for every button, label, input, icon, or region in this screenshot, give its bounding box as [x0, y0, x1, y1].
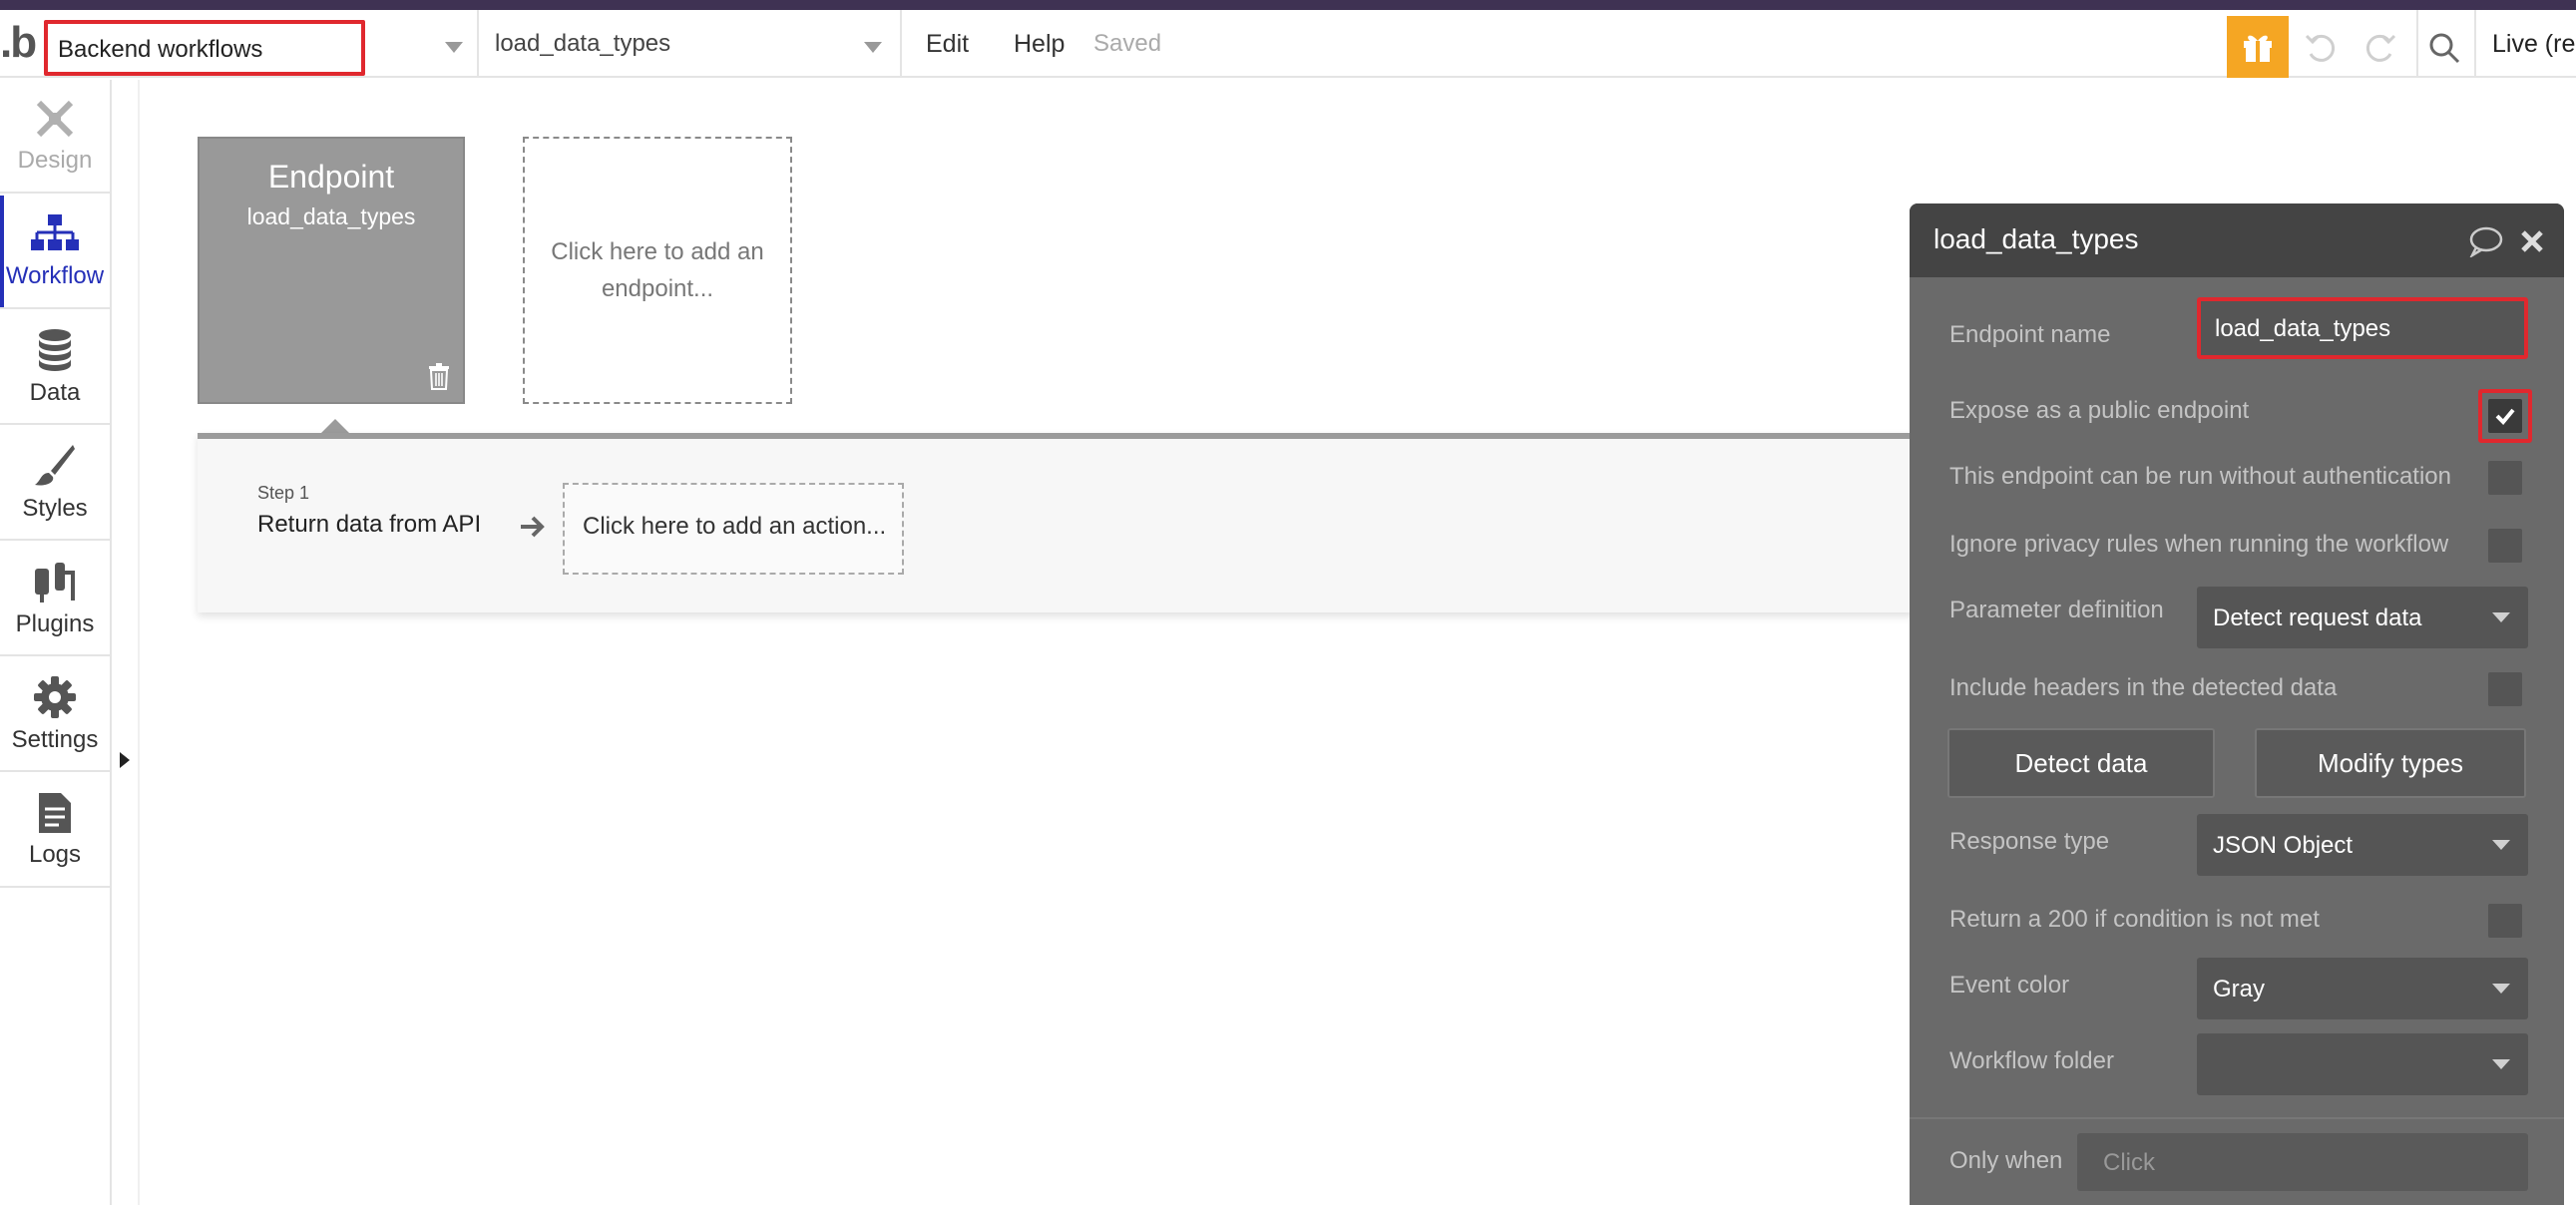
chevron-down-icon: [2492, 612, 2510, 622]
parameter-definition-dropdown[interactable]: Detect request data: [2197, 587, 2528, 648]
divider: [900, 10, 902, 76]
chevron-down-icon: [2492, 840, 2510, 850]
endpoint-name-input[interactable]: load_data_types: [2197, 297, 2528, 359]
step-action[interactable]: Return data from API: [257, 511, 481, 539]
parameter-definition-label: Parameter definition: [1949, 597, 2164, 623]
ignore-privacy-checkbox[interactable]: [2488, 529, 2522, 563]
modify-types-button[interactable]: Modify types: [2255, 728, 2526, 798]
divider: [1910, 1117, 2564, 1119]
menu-edit[interactable]: Edit: [926, 30, 969, 59]
expose-public-checkbox[interactable]: [2478, 389, 2532, 443]
trash-icon[interactable]: [427, 362, 451, 390]
no-auth-label: This endpoint can be run without authent…: [1949, 463, 2452, 490]
divider: [477, 10, 479, 76]
sidebar-item-label: Workflow: [5, 262, 105, 289]
page-selector-chevron-down-icon[interactable]: [445, 42, 463, 53]
check-icon: [2495, 408, 2515, 425]
sidebar-item-workflow[interactable]: Workflow: [0, 196, 110, 309]
workflow-steps-strip: Step 1 Return data from API Click here t…: [198, 433, 1914, 612]
event-color-label: Event color: [1949, 972, 2070, 999]
workflow-selector-chevron-down-icon[interactable]: [864, 42, 882, 53]
event-color-dropdown[interactable]: Gray: [2197, 958, 2528, 1019]
divider: [2474, 10, 2476, 76]
step-number: Step 1: [257, 483, 310, 503]
chevron-down-icon: [2492, 1059, 2510, 1069]
panel-title: load_data_types: [1933, 223, 2139, 254]
endpoint-card[interactable]: Endpoint load_data_types: [198, 137, 465, 404]
gear-icon: [34, 676, 76, 718]
workflow-icon: [31, 214, 79, 250]
sidebar-item-label: Design: [17, 147, 93, 174]
return-200-label: Return a 200 if condition is not met: [1949, 906, 2320, 933]
menu-help[interactable]: Help: [1014, 30, 1065, 59]
brush-icon: [35, 445, 75, 486]
endpoint-card-name: load_data_types: [246, 203, 416, 229]
sidebar: Design Workflow Data Styles Plugins Sett…: [0, 80, 112, 1205]
expose-public-label: Expose as a public endpoint: [1949, 397, 2250, 424]
only-when-input[interactable]: Click: [2077, 1133, 2528, 1191]
sidebar-item-label: Data: [29, 379, 81, 406]
endpoint-name-label: Endpoint name: [1949, 321, 2111, 348]
chevron-down-icon: [2492, 984, 2510, 994]
parameter-definition-value: Detect request data: [2213, 604, 2422, 631]
include-headers-label: Include headers in the detected data: [1949, 674, 2338, 701]
arrow-right-icon: [521, 516, 545, 538]
design-icon: [36, 100, 74, 138]
response-type-dropdown[interactable]: JSON Object: [2197, 814, 2528, 876]
return-200-checkbox[interactable]: [2488, 904, 2522, 938]
sidebar-item-logs[interactable]: Logs: [0, 774, 110, 888]
workflow-folder-dropdown[interactable]: [2197, 1033, 2528, 1095]
bubble-logo[interactable]: .b: [0, 18, 37, 68]
comment-icon[interactable]: [2468, 225, 2504, 257]
sidebar-expand-icon[interactable]: [120, 752, 130, 768]
add-endpoint-placeholder[interactable]: Click here to add an endpoint...: [523, 137, 792, 404]
response-type-value: JSON Object: [2213, 832, 2354, 859]
include-headers-checkbox[interactable]: [2488, 672, 2522, 706]
sidebar-item-styles[interactable]: Styles: [0, 427, 110, 541]
workflow-folder-label: Workflow folder: [1949, 1047, 2114, 1074]
close-icon[interactable]: [2518, 227, 2546, 255]
event-color-value: Gray: [2213, 976, 2266, 1003]
response-type-label: Response type: [1949, 828, 2110, 855]
redo-icon[interactable]: [2361, 28, 2400, 68]
document-icon: [39, 793, 71, 833]
top-accent-stripe: [0, 0, 2576, 10]
sidebar-item-data[interactable]: Data: [0, 311, 110, 425]
ignore-privacy-label: Ignore privacy rules when running the wo…: [1949, 531, 2449, 558]
detect-data-button[interactable]: Detect data: [1947, 728, 2215, 798]
sidebar-item-label: Settings: [11, 726, 99, 753]
save-status: Saved: [1093, 30, 1162, 57]
sidebar-item-label: Styles: [22, 495, 88, 522]
sidebar-item-label: Logs: [28, 841, 82, 868]
top-bar: .b Backend workflows load_data_types Edi…: [0, 10, 2576, 78]
sidebar-item-design[interactable]: Design: [0, 80, 110, 194]
properties-panel: load_data_types Endpoint name load_data_…: [1910, 203, 2564, 1205]
divider: [2416, 10, 2418, 76]
gift-icon: [2244, 35, 2272, 62]
search-icon[interactable]: [2424, 28, 2464, 68]
page-selector[interactable]: Backend workflows: [44, 20, 365, 76]
live-version-selector[interactable]: Live (rea: [2492, 30, 2576, 59]
workflow-selector[interactable]: load_data_types: [495, 30, 670, 58]
sidebar-item-plugins[interactable]: Plugins: [0, 543, 110, 656]
gift-button[interactable]: [2227, 16, 2289, 78]
sidebar-item-settings[interactable]: Settings: [0, 658, 110, 772]
no-auth-checkbox[interactable]: [2488, 461, 2522, 495]
endpoint-card-title: Endpoint: [267, 159, 395, 195]
only-when-label: Only when: [1949, 1147, 2063, 1174]
add-action-placeholder[interactable]: Click here to add an action...: [563, 483, 904, 575]
undo-icon[interactable]: [2301, 28, 2341, 68]
panel-header[interactable]: load_data_types: [1910, 203, 2564, 277]
sidebar-item-label: Plugins: [15, 610, 95, 637]
plug-icon: [35, 563, 75, 602]
database-icon: [39, 329, 71, 371]
